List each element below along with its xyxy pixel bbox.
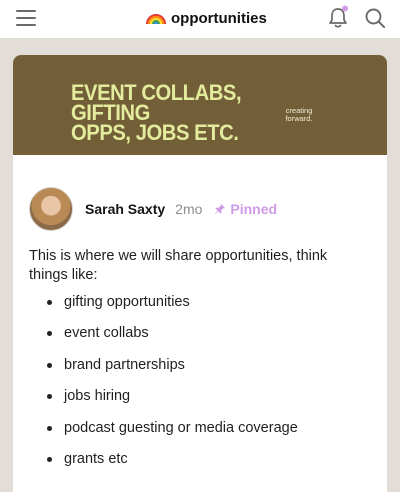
pin-icon — [215, 204, 226, 214]
list-item: jobs hiring — [29, 387, 369, 418]
author-name[interactable]: Sarah Saxty — [85, 201, 165, 217]
post-age: 2mo — [175, 201, 203, 217]
list-item: brand partnerships — [29, 356, 369, 387]
post-body: This is where we will share opportunitie… — [29, 247, 369, 481]
list-item: event collabs — [29, 324, 369, 355]
banner-heading-line2: OPPS, JOBS ETC. — [71, 120, 239, 145]
opportunity-list: gifting opportunities event collabs bran… — [29, 293, 369, 481]
post-intro: This is where we will share opportunitie… — [29, 248, 328, 283]
hamburger-menu-icon[interactable] — [16, 10, 36, 26]
post-banner: EVENT COLLABS, GIFTING OPPS, JOBS ETC. c… — [13, 55, 387, 155]
notification-dot — [342, 5, 348, 12]
list-item: grants etc — [29, 450, 369, 481]
avatar[interactable] — [29, 187, 73, 231]
post-card: EVENT COLLABS, GIFTING OPPS, JOBS ETC. c… — [13, 55, 387, 492]
creating-forward-logo: creating forward. — [281, 107, 317, 123]
list-item: podcast guesting or media coverage — [29, 419, 369, 450]
channel-title: opportunities — [146, 8, 267, 28]
search-icon[interactable] — [364, 7, 386, 29]
top-app-bar: opportunities — [0, 0, 400, 38]
list-item: gifting opportunities — [29, 293, 369, 324]
logo-line2: forward. — [285, 114, 313, 123]
rainbow-icon — [146, 14, 166, 25]
notification-bell-icon[interactable] — [327, 5, 349, 29]
pinned-label: Pinned — [230, 201, 278, 217]
author-row: Sarah Saxty 2mo Pinned — [29, 187, 277, 231]
channel-name: opportunities — [171, 9, 267, 27]
